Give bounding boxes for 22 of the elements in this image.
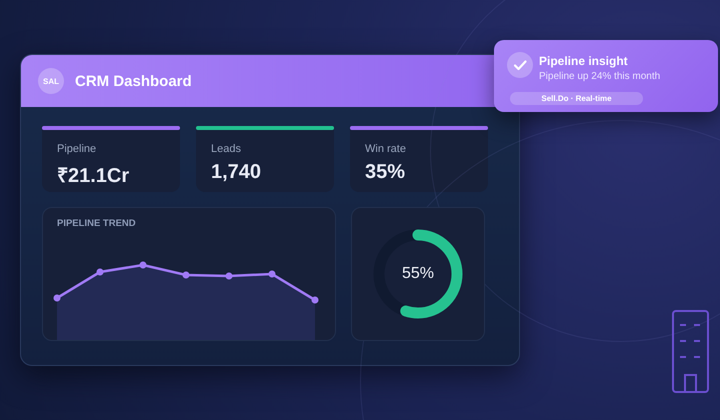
building-icon	[672, 310, 709, 393]
panel-title: PIPELINE TREND	[57, 218, 136, 229]
source-tag: Sell.Do · Real-time	[510, 92, 643, 105]
trend-point	[182, 272, 190, 278]
dashboard-title: CRM Dashboard	[75, 72, 192, 90]
stat-value: ₹21.1Cr	[57, 164, 130, 188]
toast-message: Pipeline up 24% this month	[539, 71, 660, 82]
stat-label: Pipeline	[57, 143, 98, 155]
stat-value: 1,740	[211, 161, 262, 184]
toast-title: Pipeline insight	[539, 54, 628, 68]
stat-value: 35%	[365, 161, 406, 184]
trend-point	[268, 270, 276, 278]
check-icon	[507, 52, 533, 78]
trend-point	[140, 262, 146, 268]
avatar: SAL	[38, 68, 64, 94]
stat-label: Leads	[211, 143, 242, 155]
stat-label: Win rate	[365, 143, 407, 155]
trend-point	[54, 294, 60, 302]
trend-point	[226, 272, 232, 280]
trend-point	[312, 296, 318, 304]
trend-point	[96, 268, 104, 276]
donut-reading: 55%	[402, 265, 434, 283]
